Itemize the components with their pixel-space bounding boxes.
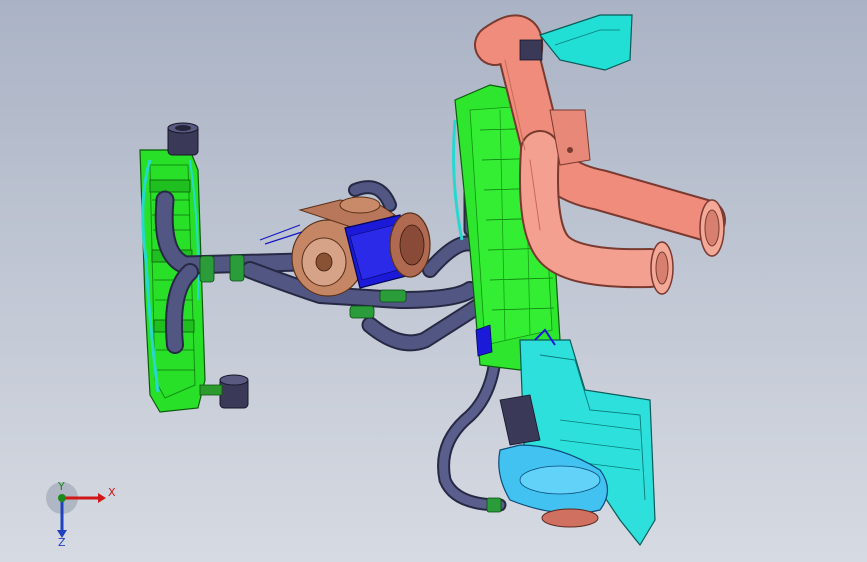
assembly-model[interactable]	[0, 0, 867, 562]
blue-bracket	[475, 324, 493, 357]
x-axis-head	[98, 493, 106, 503]
radiator-cap-bottom[interactable]	[199, 374, 249, 409]
radiator-tank[interactable]	[139, 149, 206, 413]
radiator-cap-top[interactable]	[167, 122, 199, 156]
coordinate-triad: X Y Z	[46, 480, 116, 548]
reservoir-assembly[interactable]	[498, 328, 656, 547]
charge-air-pipe[interactable]	[474, 14, 726, 289]
y-axis-point	[58, 494, 66, 502]
z-axis-label: Z	[58, 536, 66, 548]
x-axis-label: X	[108, 486, 116, 499]
cad-viewport[interactable]: X Y Z	[0, 0, 867, 562]
y-axis-label: Y	[57, 480, 65, 493]
